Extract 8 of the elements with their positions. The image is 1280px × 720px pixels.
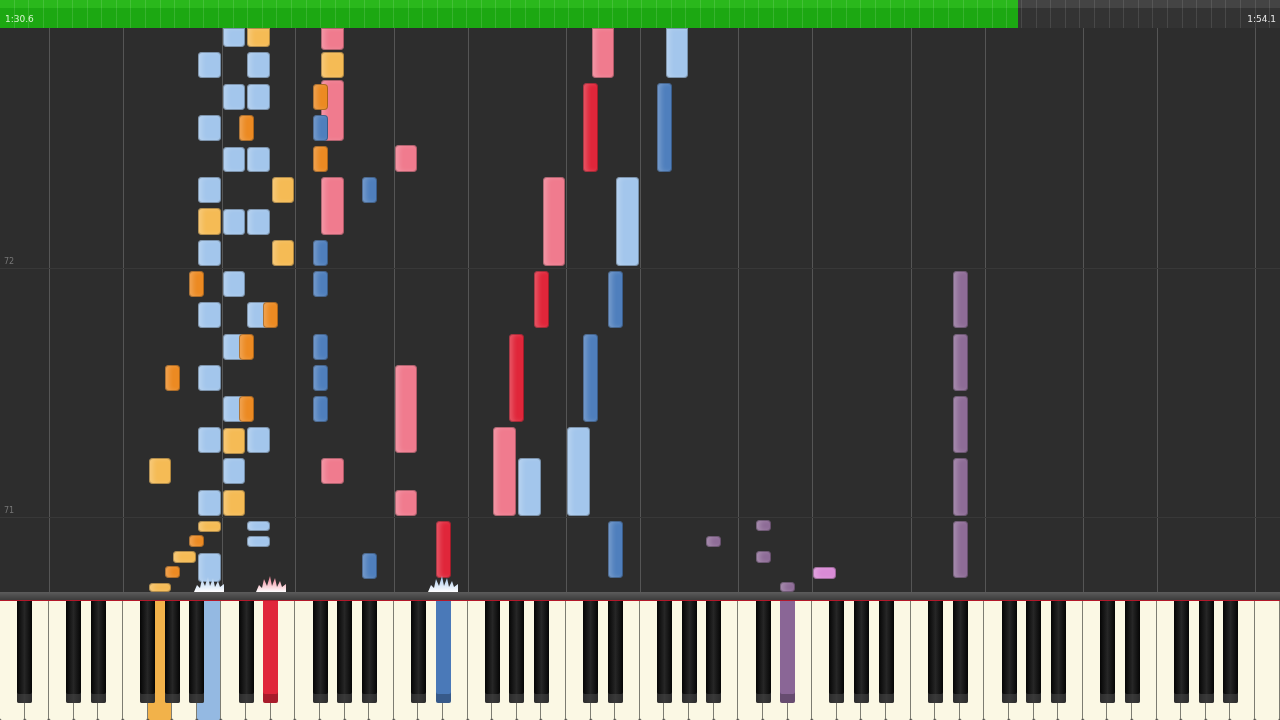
elapsed-time: 1:30.6 [5, 14, 34, 25]
total-time: 1:54.1 [1247, 14, 1276, 25]
measure-number: 72 [4, 257, 15, 267]
splash-icon [194, 576, 225, 592]
measure-number: 71 [4, 506, 15, 516]
splash-icon [428, 576, 459, 592]
splash-icon [255, 576, 286, 592]
progress-track[interactable]: 1:30.6 1:54.1 [0, 0, 1280, 28]
